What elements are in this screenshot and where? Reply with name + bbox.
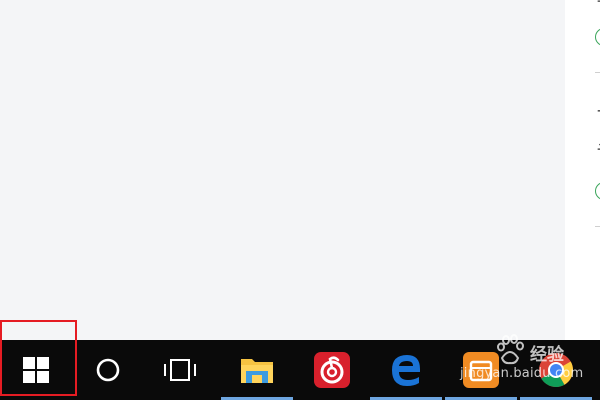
step-circle-icon <box>595 28 600 46</box>
side-panel: 讠 一 讠 <box>565 0 600 340</box>
task-view-button[interactable] <box>144 340 216 400</box>
cortana-circle-icon <box>96 358 120 382</box>
divider <box>595 226 600 227</box>
edge-button[interactable] <box>370 340 442 400</box>
divider <box>595 72 600 73</box>
desktop-background <box>0 0 565 340</box>
chrome-button[interactable] <box>520 340 592 400</box>
edge-icon <box>392 355 420 386</box>
folder-icon <box>241 359 273 383</box>
file-explorer-button[interactable] <box>221 340 293 400</box>
task-view-icon <box>164 359 196 381</box>
windows-logo-icon <box>23 357 49 383</box>
orange-app-button[interactable] <box>445 340 517 400</box>
taskbar <box>0 340 600 400</box>
step-circle-icon <box>595 182 600 200</box>
chrome-icon <box>539 353 573 387</box>
netease-cloud-music-icon <box>314 352 350 388</box>
netease-music-button[interactable] <box>296 340 368 400</box>
cortana-button[interactable] <box>72 340 144 400</box>
start-button[interactable] <box>0 340 72 400</box>
orange-app-icon <box>463 352 499 388</box>
